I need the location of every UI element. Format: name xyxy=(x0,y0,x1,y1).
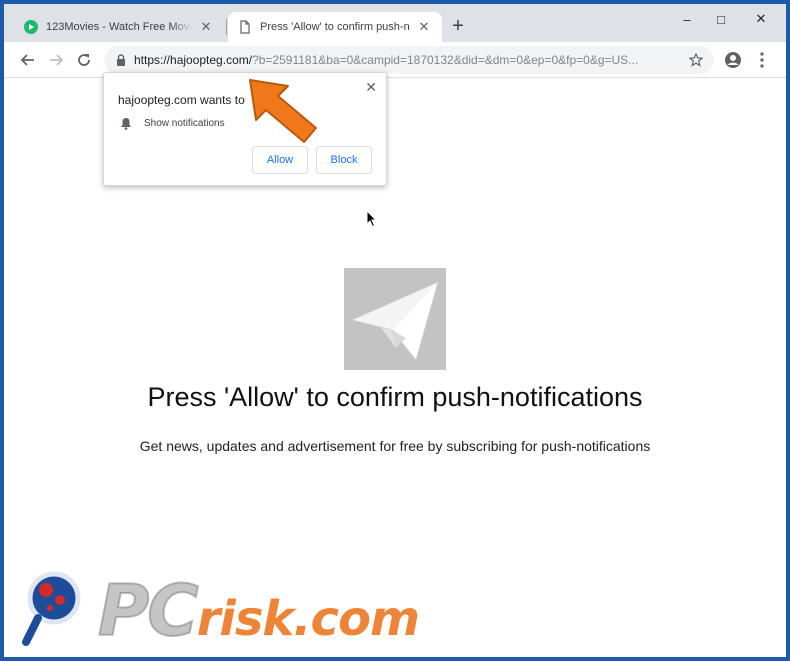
lock-icon[interactable] xyxy=(114,53,128,67)
forward-arrow-icon xyxy=(50,54,64,66)
magnifier-logo-icon xyxy=(22,571,81,646)
minimize-button[interactable]: – xyxy=(668,8,706,30)
prompt-close-button[interactable]: ✕ xyxy=(365,79,377,96)
mouse-cursor-icon xyxy=(366,210,378,228)
page-headline: Press 'Allow' to confirm push-notificati… xyxy=(147,382,643,412)
address-bar[interactable]: https://hajoopteg.com/?b=2591181&ba=0&ca… xyxy=(104,46,714,74)
kebab-menu-icon[interactable] xyxy=(758,51,766,69)
permission-label: Show notifications xyxy=(144,118,225,129)
tab-separator xyxy=(226,19,227,35)
prompt-message: hajoopteg.com wants to xyxy=(118,93,245,107)
maximize-button[interactable]: □ xyxy=(702,8,740,30)
url-host: https://hajoopteg.com/ xyxy=(134,53,253,67)
watermark-pc: PC xyxy=(97,569,200,653)
back-button[interactable] xyxy=(16,48,40,72)
url-text[interactable]: https://hajoopteg.com/?b=2591181&ba=0&ca… xyxy=(134,53,694,67)
tab-title: Press 'Allow' to confirm push-notificati… xyxy=(260,21,410,33)
tab-press-allow[interactable]: Press 'Allow' to confirm push-notificati… xyxy=(228,12,442,42)
play-circle-icon xyxy=(24,20,38,34)
forward-button[interactable] xyxy=(44,48,68,72)
browser-window: 123Movies - Watch Free Movies Online ✕ P… xyxy=(4,4,786,657)
allow-button[interactable]: Allow xyxy=(252,146,308,174)
watermark-risk: risk.com xyxy=(196,591,420,647)
paper-plane-icon xyxy=(350,281,439,361)
close-window-button[interactable]: ✕ xyxy=(742,8,780,30)
bell-icon xyxy=(121,118,131,130)
tab-strip: 123Movies - Watch Free Movies Online ✕ P… xyxy=(4,4,786,42)
block-button[interactable]: Block xyxy=(316,146,372,174)
tab-close-icon[interactable]: ✕ xyxy=(198,19,214,35)
tab-123movies[interactable]: 123Movies - Watch Free Movies Online ✕ xyxy=(14,12,224,42)
reload-button[interactable] xyxy=(72,48,96,72)
new-tab-button[interactable]: + xyxy=(448,16,468,37)
pcrisk-watermark: PCrisk.com xyxy=(20,564,480,653)
paper-plane-image xyxy=(344,268,446,370)
url-query: ?b=2591181&ba=0&campid=1870132&did=&dm=0… xyxy=(252,53,639,67)
tab-title: 123Movies - Watch Free Movies Online xyxy=(46,21,192,33)
document-icon xyxy=(240,20,250,34)
page-subline: Get news, updates and advertisement for … xyxy=(139,438,651,454)
star-icon[interactable] xyxy=(689,53,703,67)
reload-icon xyxy=(78,54,90,66)
tab-close-icon[interactable]: ✕ xyxy=(416,19,432,35)
back-arrow-icon xyxy=(20,54,34,66)
watermark-brand: PCrisk.com xyxy=(97,569,420,653)
orange-pointer-arrow-icon xyxy=(249,79,317,143)
profile-icon[interactable] xyxy=(724,51,742,69)
